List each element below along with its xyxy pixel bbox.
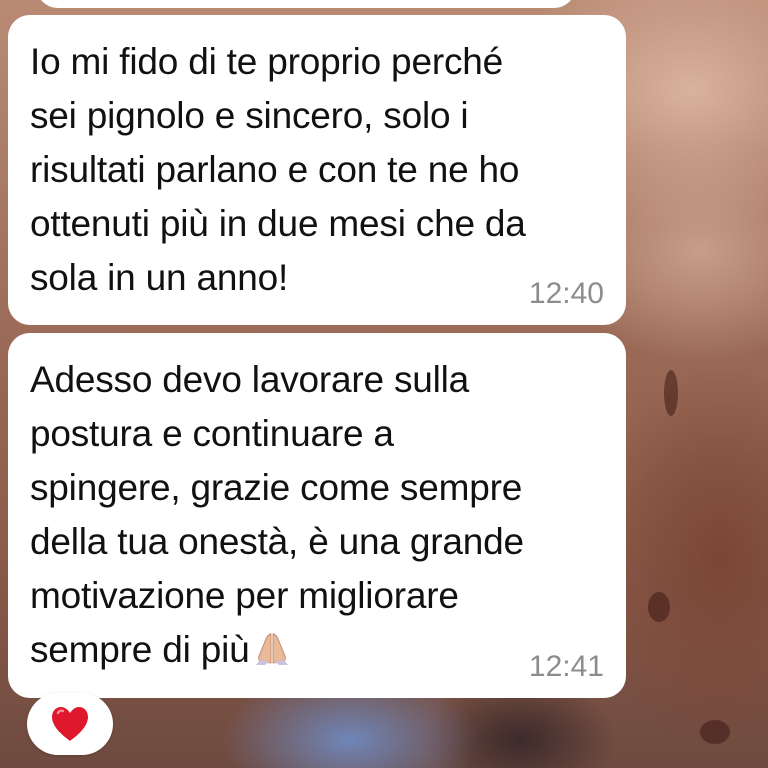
message-bubble[interactable]: Io mi fido di te proprio perché sei pign… [8, 15, 626, 325]
wallpaper-detail [700, 720, 730, 744]
message-text-block: Adesso devo lavorare sulla postura e con… [30, 353, 602, 677]
previous-message-bubble[interactable] [36, 0, 576, 8]
red-heart-icon [52, 707, 88, 741]
message-timestamp: 12:41 [528, 650, 604, 683]
folded-hands-emoji-icon [250, 627, 294, 665]
wallpaper-detail [664, 370, 678, 416]
message-text: Adesso devo lavorare sulla postura e con… [30, 359, 524, 670]
message-text: Io mi fido di te proprio perché sei pign… [30, 41, 526, 298]
message-bubble[interactable]: Adesso devo lavorare sulla postura e con… [8, 333, 626, 698]
wallpaper-detail [648, 592, 670, 622]
heart-reaction-button[interactable] [27, 693, 113, 755]
message-timestamp: 12:40 [528, 277, 604, 310]
